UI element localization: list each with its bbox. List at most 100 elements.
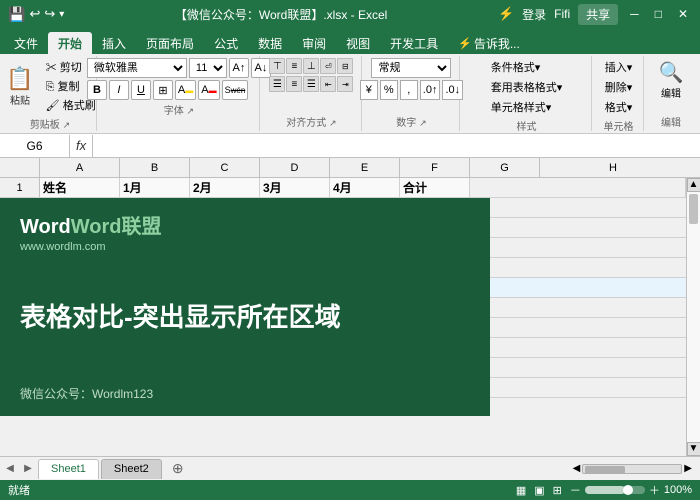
decrease-decimal-button[interactable]: .0↓ [442,80,463,100]
cell-style-button[interactable]: 单元格样式▾ [487,98,556,116]
cell-g8[interactable] [470,318,686,337]
increase-decimal-button[interactable]: .0↑ [420,80,441,100]
tab-file[interactable]: 文件 [4,32,48,54]
tab-view[interactable]: 视图 [336,32,380,54]
undo-icon[interactable]: ↩ [29,6,40,22]
cell-g1[interactable] [470,178,686,197]
zoom-out-button[interactable]: － [570,482,581,498]
bold-button[interactable]: B [87,80,107,100]
tab-data[interactable]: 数据 [248,32,292,54]
align-middle-button[interactable]: ≡ [286,58,302,74]
sheet-tab-sheet2[interactable]: Sheet2 [101,459,162,479]
formula-input[interactable] [93,139,700,153]
scroll-right-button[interactable]: ▶ [684,463,692,474]
view-preview-icon[interactable]: ⊞ [553,484,562,497]
strikethrough-button[interactable]: Swén [222,80,249,100]
maximize-button[interactable]: □ [651,7,666,21]
sheet-tab-sheet1[interactable]: Sheet1 [38,459,99,479]
col-header-g[interactable]: G [470,158,540,177]
font-name-select[interactable]: 微软雅黑 [87,58,187,78]
merge-button[interactable]: ⊟ [337,58,353,74]
cell-g7[interactable] [470,298,686,317]
conditional-format-button[interactable]: 条件格式▾ [487,58,545,76]
insert-cells-button[interactable]: 插入▾ [601,58,637,76]
view-normal-icon[interactable]: ▦ [516,484,526,497]
tab-formula[interactable]: 公式 [204,32,248,54]
scroll-up-button[interactable]: ▲ [687,178,700,192]
tab-home[interactable]: 开始 [48,32,92,54]
align-top-button[interactable]: ⊤ [269,58,285,74]
tab-review[interactable]: 审阅 [292,32,336,54]
cell-a1[interactable]: 姓名 [40,178,120,197]
zoom-in-button[interactable]: ＋ [649,482,660,498]
cell-g9[interactable] [470,338,686,357]
zoom-handle[interactable] [623,485,633,495]
h-scroll-track[interactable] [582,464,682,474]
cell-g10[interactable] [470,358,686,377]
tab-layout[interactable]: 页面布局 [136,32,204,54]
save-icon[interactable]: 💾 [8,6,25,23]
cell-f1[interactable]: 合计 [400,178,470,197]
font-color-button[interactable]: A▬ [198,80,219,100]
cell-g3[interactable] [470,218,686,237]
cell-g5[interactable] [470,258,686,277]
edit-button[interactable]: 🔍 编辑 [657,58,686,102]
align-right-button[interactable]: ☰ [303,76,319,92]
add-sheet-button[interactable]: ⊕ [168,459,188,479]
table-format-button[interactable]: 套用表格格式▾ [487,78,567,96]
cell-g2[interactable] [470,198,686,217]
tab-tell-me[interactable]: ⚡ 告诉我... [448,32,530,54]
font-size-select[interactable]: 11 [189,58,227,78]
zoom-slider[interactable] [585,486,645,494]
paste-button[interactable]: 📋 粘贴 [0,64,39,109]
col-header-e[interactable]: E [330,158,400,177]
tab-developer[interactable]: 开发工具 [380,32,448,54]
col-header-c[interactable]: C [190,158,260,177]
comma-button[interactable]: , [400,80,418,100]
align-bottom-button[interactable]: ⊥ [303,58,319,74]
cell-g4[interactable] [470,238,686,257]
scroll-sheets-right[interactable]: ▶ [20,461,36,477]
row-header-1[interactable]: 1 [0,178,40,197]
col-header-h[interactable]: H [540,158,686,177]
scroll-left-button[interactable]: ◀ [573,463,581,474]
scroll-thumb[interactable] [689,194,698,224]
percent-button[interactable]: % [380,80,398,100]
redo-icon[interactable]: ↪ [44,6,55,22]
col-header-b[interactable]: B [120,158,190,177]
indent-increase-button[interactable]: ⇥ [337,76,353,92]
currency-button[interactable]: ¥ [360,80,378,100]
cell-b1[interactable]: 1月 [120,178,190,197]
underline-button[interactable]: U [131,80,151,100]
tab-insert[interactable]: 插入 [92,32,136,54]
view-layout-icon[interactable]: ▣ [534,484,544,497]
increase-font-button[interactable]: A↑ [229,58,249,78]
scroll-down-button[interactable]: ▼ [687,442,700,456]
minimize-button[interactable]: ─ [626,7,643,21]
scroll-sheets-left[interactable]: ◀ [2,461,18,477]
indent-decrease-button[interactable]: ⇤ [320,76,336,92]
align-left-button[interactable]: ☰ [269,76,285,92]
close-button[interactable]: ✕ [674,7,692,21]
col-header-d[interactable]: D [260,158,330,177]
cell-d1[interactable]: 3月 [260,178,330,197]
vertical-scrollbar[interactable]: ▲ ▼ [686,178,700,456]
cell-g6[interactable] [470,278,686,297]
share-button[interactable]: 共享 [578,4,618,25]
scroll-track[interactable] [687,192,700,442]
wrap-text-button[interactable]: ⏎ [320,58,336,74]
col-header-a[interactable]: A [40,158,120,177]
cell-reference[interactable]: G6 [0,135,70,157]
delete-cells-button[interactable]: 删除▾ [601,78,637,96]
login-button[interactable]: 登录 [522,6,546,23]
h-scroll-thumb[interactable] [585,466,625,474]
fill-color-button[interactable]: A▬ [175,80,196,100]
cell-c1[interactable]: 2月 [190,178,260,197]
format-cells-button[interactable]: 格式▾ [601,98,637,116]
italic-button[interactable]: I [109,80,129,100]
number-format-select[interactable]: 常规 [371,58,451,78]
cell-e1[interactable]: 4月 [330,178,400,197]
border-button[interactable]: ⊞ [153,80,173,100]
col-header-f[interactable]: F [400,158,470,177]
align-center-button[interactable]: ≡ [286,76,302,92]
